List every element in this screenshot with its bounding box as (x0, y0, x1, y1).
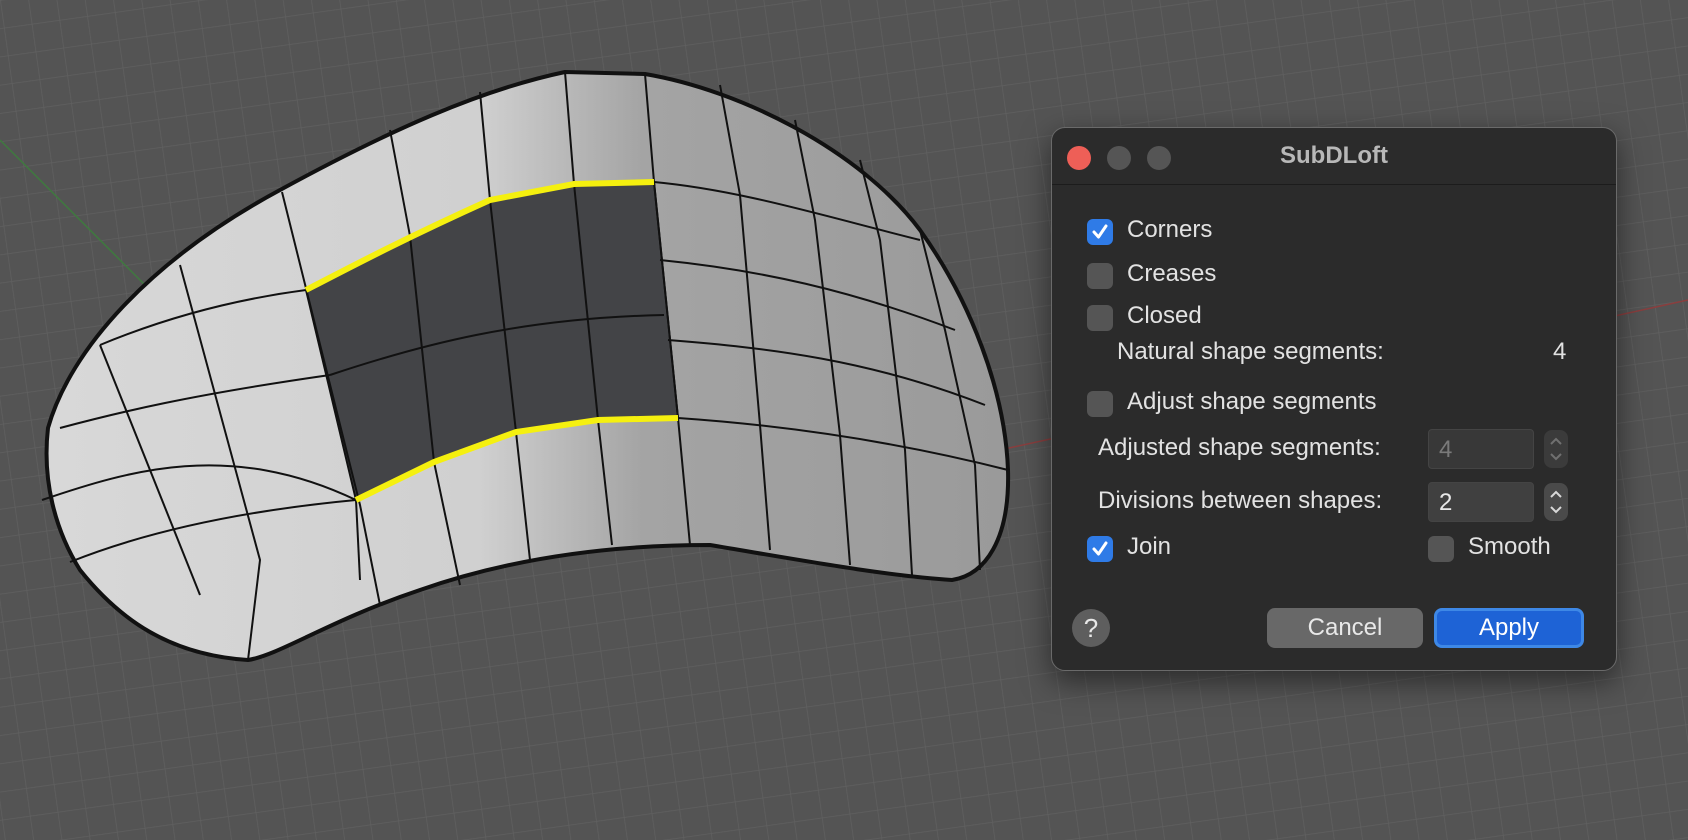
corners-label: Corners (1127, 216, 1213, 243)
closed-checkbox[interactable] (1087, 305, 1113, 331)
natural-shape-segments-value: 4 (1553, 338, 1567, 365)
check-icon (1092, 224, 1108, 239)
stepper-arrows-icon (1550, 437, 1562, 461)
divisions-between-shapes-stepper[interactable] (1544, 483, 1568, 521)
creases-label: Creases (1127, 260, 1217, 287)
creases-checkbox[interactable] (1087, 263, 1113, 289)
stepper-arrows-icon (1550, 490, 1562, 514)
join-label: Join (1127, 533, 1172, 560)
divisions-between-shapes-field[interactable]: 2 (1428, 482, 1534, 522)
corners-checkbox[interactable] (1087, 219, 1113, 245)
check-icon (1092, 541, 1108, 556)
closed-label: Closed (1127, 302, 1202, 329)
join-checkbox[interactable] (1087, 536, 1113, 562)
subdloft-dialog: SubDLoft Corners Creases Closed Natural … (1051, 127, 1617, 671)
adjust-shape-segments-label: Adjust shape segments (1127, 388, 1377, 415)
adjusted-shape-segments-label: Adjusted shape segments: (1098, 434, 1381, 461)
divisions-between-shapes-label: Divisions between shapes: (1098, 487, 1383, 514)
cancel-button[interactable]: Cancel (1267, 608, 1423, 648)
apply-button[interactable]: Apply (1434, 608, 1584, 648)
help-button[interactable]: ? (1072, 609, 1110, 647)
dialog-title: SubDLoft (1280, 142, 1388, 169)
smooth-label: Smooth (1468, 533, 1551, 560)
adjusted-shape-segments-field: 4 (1428, 429, 1534, 469)
adjust-shape-segments-checkbox[interactable] (1087, 391, 1113, 417)
adjusted-shape-segments-stepper (1544, 430, 1568, 468)
natural-shape-segments-label: Natural shape segments: (1117, 338, 1384, 365)
dialog-titlebar[interactable]: SubDLoft (1052, 128, 1616, 185)
smooth-checkbox[interactable] (1428, 536, 1454, 562)
